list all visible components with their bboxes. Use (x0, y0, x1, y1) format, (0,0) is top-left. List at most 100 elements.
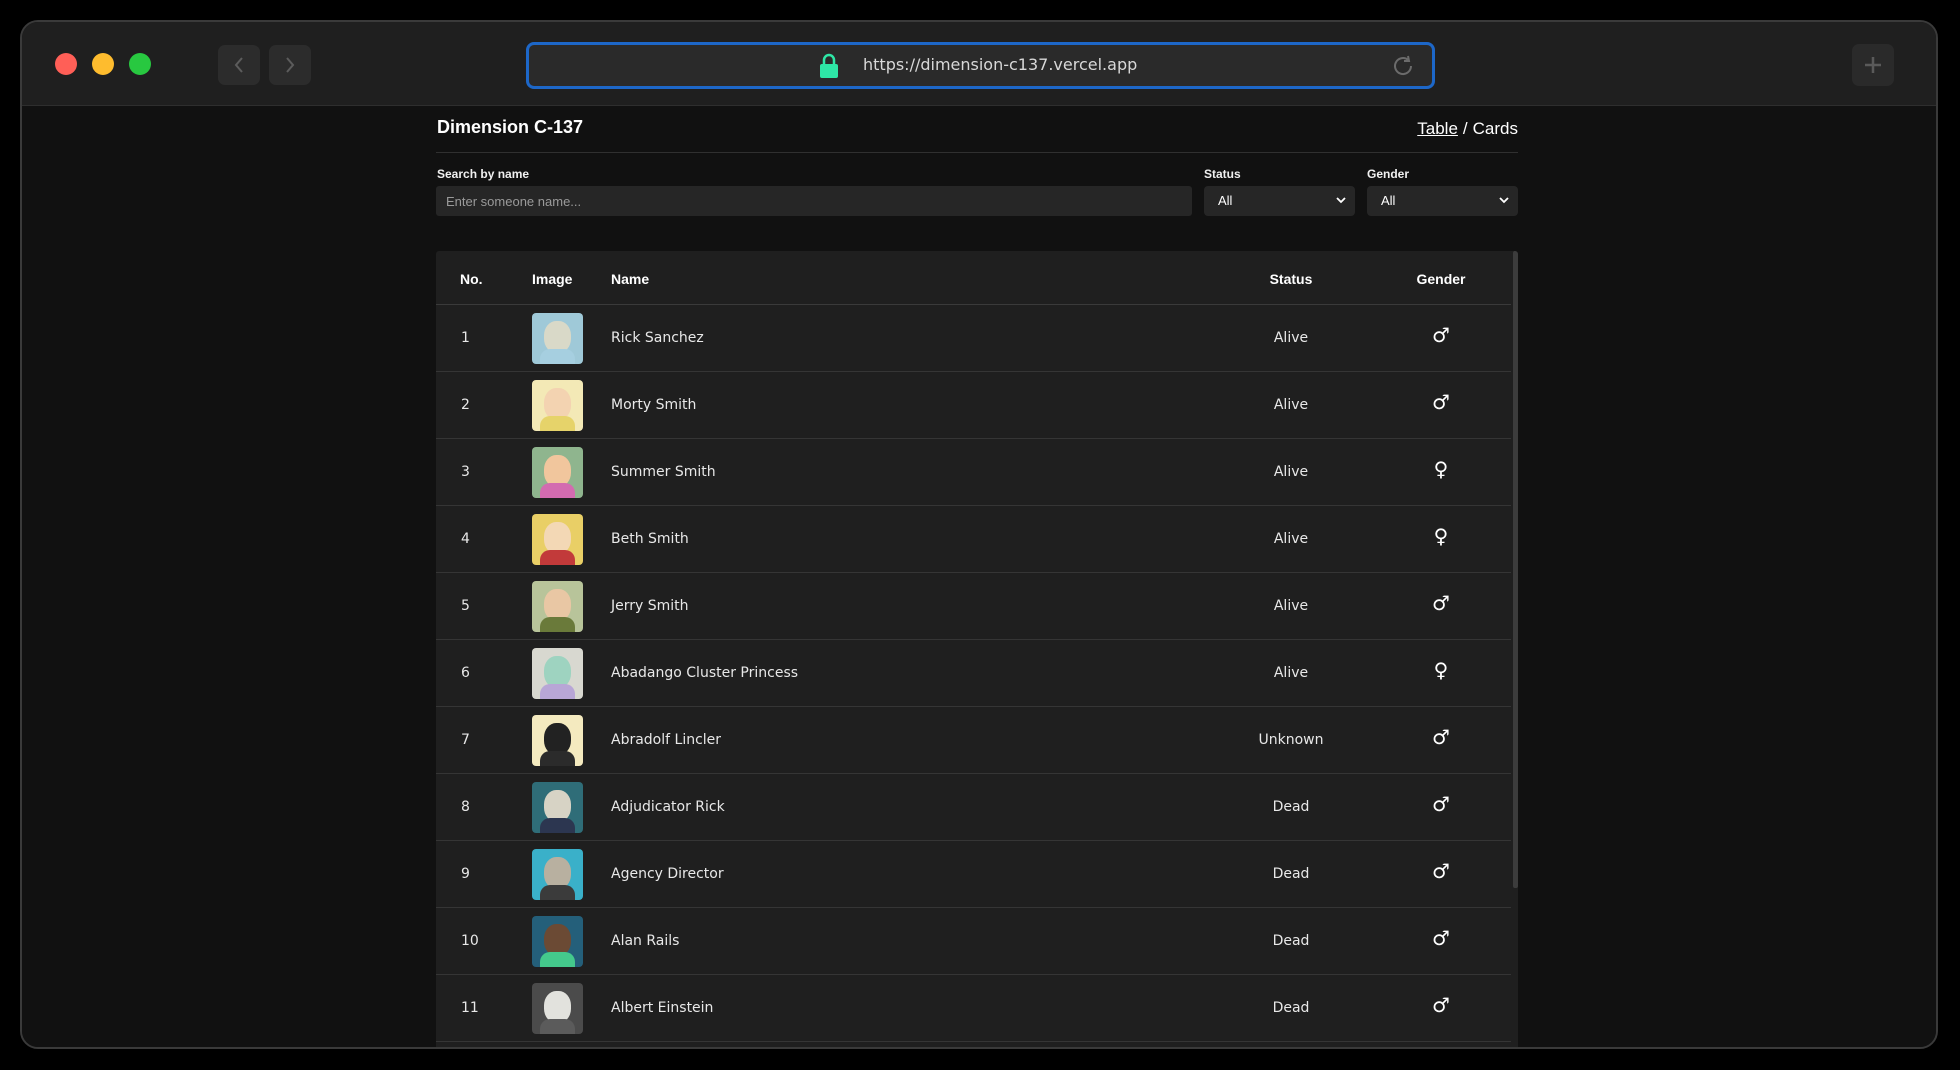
character-avatar (532, 380, 583, 431)
app-header: Dimension C-137 Table / Cards (436, 107, 1518, 153)
row-number: 3 (461, 464, 470, 480)
character-name: Beth Smith (611, 531, 689, 547)
male-icon: ♂ (1432, 859, 1450, 883)
browser-titlebar: https://dimension-c137.vercel.app (22, 22, 1936, 106)
page-content: Dimension C-137 Table / Cards Search by na… (22, 107, 1936, 1047)
character-status: Alive (1273, 464, 1309, 480)
character-name: Albert Einstein (611, 1000, 714, 1016)
avatar-body (540, 617, 575, 632)
avatar-body (540, 349, 575, 364)
male-icon: ♂ (1432, 725, 1450, 749)
plus-icon (1865, 57, 1881, 73)
page-title: Dimension C-137 (437, 117, 584, 137)
minimize-window-button[interactable] (92, 53, 114, 75)
maximize-window-button[interactable] (129, 53, 151, 75)
status-select-value: All (1218, 193, 1233, 208)
chevron-down-icon (1499, 197, 1509, 204)
avatar-body (540, 1019, 575, 1034)
characters-table: No. Image Name Status Gender 1 Rick Sanch… (436, 251, 1518, 1047)
table-row[interactable]: 1 Rick Sanchez Alive ♂ (436, 305, 1511, 372)
table-row[interactable]: 3 Summer Smith Alive ♀ (436, 439, 1511, 506)
row-number: 9 (461, 866, 470, 882)
gender-select-value: All (1381, 193, 1396, 208)
chevron-down-icon (1336, 197, 1346, 204)
table-row[interactable]: 6 Abadango Cluster Princess Alive ♀ (436, 640, 1511, 707)
table-row[interactable]: 8 Adjudicator Rick Dead ♂ (436, 774, 1511, 841)
avatar-body (540, 952, 575, 967)
male-icon: ♂ (1432, 323, 1450, 347)
back-button[interactable] (218, 45, 260, 85)
gender-select[interactable]: All (1367, 186, 1518, 216)
filters-bar: Search by name Status All Gender All (436, 153, 1518, 225)
character-avatar (532, 313, 583, 364)
character-avatar (532, 715, 583, 766)
avatar-body (540, 818, 575, 833)
female-icon: ♀ (1433, 658, 1449, 682)
cards-view-link[interactable]: Cards (1473, 119, 1518, 138)
column-header-name: Name (611, 271, 650, 287)
avatar-body (540, 416, 575, 431)
forward-button[interactable] (269, 45, 311, 85)
character-status: Unknown (1258, 732, 1324, 748)
character-status: Alive (1273, 531, 1309, 547)
table-row[interactable]: 9 Agency Director Dead ♂ (436, 841, 1511, 908)
female-icon: ♀ (1433, 457, 1449, 481)
column-header-no: No. (460, 271, 483, 287)
table-row[interactable]: 7 Abradolf Lincler Unknown ♂ (436, 707, 1511, 774)
column-header-gender: Gender (1416, 271, 1466, 287)
character-name: Rick Sanchez (611, 330, 704, 346)
new-tab-button[interactable] (1852, 44, 1894, 86)
address-bar[interactable]: https://dimension-c137.vercel.app (526, 42, 1435, 89)
url-text[interactable]: https://dimension-c137.vercel.app (863, 55, 1137, 74)
row-number: 4 (461, 531, 470, 547)
row-number: 2 (461, 397, 470, 413)
table-row[interactable]: 10 Alan Rails Dead ♂ (436, 908, 1511, 975)
row-number: 6 (461, 665, 470, 681)
male-icon: ♂ (1432, 926, 1450, 950)
reload-icon[interactable] (1390, 53, 1416, 84)
table-header: No. Image Name Status Gender (436, 251, 1511, 305)
character-avatar (532, 581, 583, 632)
character-status: Alive (1273, 598, 1309, 614)
character-name: Agency Director (611, 866, 724, 882)
character-name: Alan Rails (611, 933, 680, 949)
character-name: Morty Smith (611, 397, 697, 413)
table-view-link[interactable]: Table (1417, 119, 1458, 138)
row-number: 10 (461, 933, 479, 949)
table-row[interactable]: 2 Morty Smith Alive ♂ (436, 372, 1511, 439)
character-name: Jerry Smith (611, 598, 689, 614)
character-avatar (532, 447, 583, 498)
table-row[interactable]: 11 Albert Einstein Dead ♂ (436, 975, 1511, 1042)
search-input[interactable] (436, 186, 1192, 216)
table-row[interactable]: 5 Jerry Smith Alive ♂ (436, 573, 1511, 640)
search-label: Search by name (437, 167, 530, 181)
female-icon: ♀ (1433, 524, 1449, 548)
character-avatar (532, 782, 583, 833)
table-body: 1 Rick Sanchez Alive ♂ 2 Morty Smith Alive ♂ 3 Su… (436, 305, 1518, 1047)
close-window-button[interactable] (55, 53, 77, 75)
character-avatar (532, 514, 583, 565)
male-icon: ♂ (1432, 390, 1450, 414)
status-filter-label: Status (1204, 167, 1241, 181)
character-avatar (532, 983, 583, 1034)
table-scrollbar[interactable] (1513, 251, 1518, 888)
row-number: 1 (461, 330, 470, 346)
table-row[interactable]: 4 Beth Smith Alive ♀ (436, 506, 1511, 573)
character-status: Dead (1272, 933, 1310, 949)
chevron-right-icon (286, 57, 295, 73)
view-switch: Table / Cards (1417, 119, 1518, 139)
table-row[interactable]: ♂ (436, 1042, 1511, 1047)
character-name: Abadango Cluster Princess (611, 665, 799, 681)
gender-filter-label: Gender (1367, 167, 1410, 181)
avatar-body (540, 885, 575, 900)
character-status: Dead (1272, 799, 1310, 815)
row-number: 7 (461, 732, 470, 748)
status-select[interactable]: All (1204, 186, 1355, 216)
avatar-body (540, 483, 575, 498)
lock-icon (819, 53, 839, 84)
chevron-left-icon (234, 57, 243, 73)
row-number: 8 (461, 799, 470, 815)
male-icon: ♂ (1432, 792, 1450, 816)
character-name: Summer Smith (611, 464, 716, 480)
avatar-body (540, 550, 575, 565)
